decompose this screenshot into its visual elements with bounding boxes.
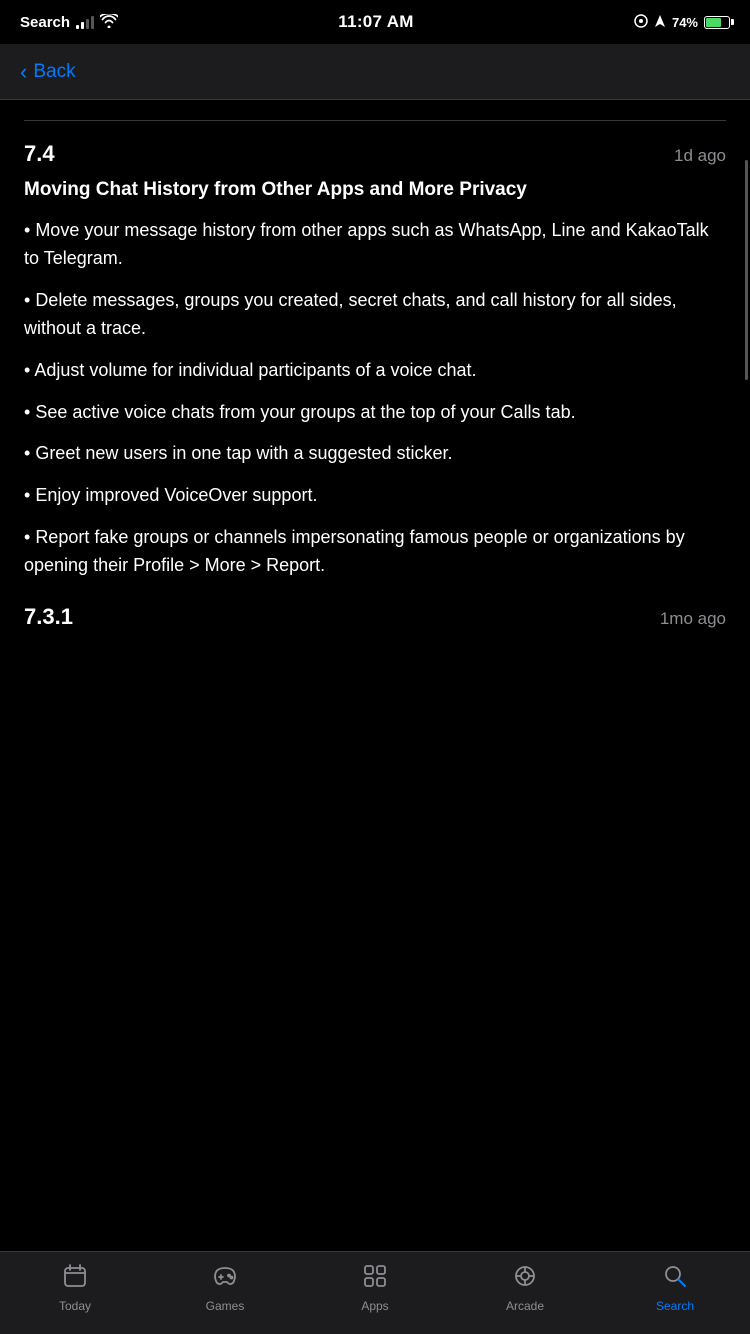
tab-today-label: Today bbox=[59, 1299, 91, 1313]
tab-today[interactable]: Today bbox=[0, 1262, 150, 1313]
apps-icon bbox=[361, 1262, 389, 1295]
version-title: Moving Chat History from Other Apps and … bbox=[24, 177, 726, 204]
top-divider bbox=[24, 120, 726, 121]
chevron-left-icon: ‹ bbox=[20, 59, 27, 85]
bullet-6: • Enjoy improved VoiceOver support. bbox=[24, 482, 726, 510]
version-header: 7.4 1d ago bbox=[24, 141, 726, 167]
back-button[interactable]: ‹ Back bbox=[20, 59, 76, 85]
search-icon bbox=[661, 1262, 689, 1295]
status-left: Search bbox=[20, 14, 118, 31]
tab-apps[interactable]: Apps bbox=[300, 1262, 450, 1313]
scrollbar[interactable] bbox=[745, 160, 748, 380]
location-icon bbox=[634, 14, 648, 31]
version-number: 7.4 bbox=[24, 141, 55, 167]
content-area: 7.4 1d ago Moving Chat History from Othe… bbox=[0, 100, 750, 1251]
version-block-7-4: 7.4 1d ago Moving Chat History from Othe… bbox=[24, 141, 726, 581]
back-label: Back bbox=[33, 61, 75, 83]
signal-icon bbox=[76, 15, 94, 29]
arcade-icon bbox=[511, 1262, 539, 1295]
version-time-2: 1mo ago bbox=[660, 609, 726, 629]
battery-percent: 74% bbox=[672, 15, 698, 30]
status-right: 74% bbox=[634, 14, 730, 31]
wifi-icon bbox=[100, 14, 118, 31]
bullet-1: • Move your message history from other a… bbox=[24, 217, 726, 273]
carrier-text: Search bbox=[20, 14, 70, 31]
bullet-2: • Delete messages, groups you created, s… bbox=[24, 287, 726, 343]
tab-arcade-label: Arcade bbox=[506, 1299, 544, 1313]
games-icon bbox=[211, 1262, 239, 1295]
tab-search[interactable]: Search bbox=[600, 1262, 750, 1313]
today-icon bbox=[61, 1262, 89, 1295]
tab-games-label: Games bbox=[206, 1299, 245, 1313]
tab-arcade[interactable]: Arcade bbox=[450, 1262, 600, 1313]
version-time: 1d ago bbox=[674, 146, 726, 166]
status-time: 11:07 AM bbox=[338, 12, 413, 32]
bullet-7: • Report fake groups or channels imperso… bbox=[24, 524, 726, 580]
bullet-3: • Adjust volume for individual participa… bbox=[24, 357, 726, 385]
battery-icon bbox=[704, 16, 730, 29]
arrow-icon bbox=[654, 14, 666, 31]
version-body: • Move your message history from other a… bbox=[24, 217, 726, 580]
version-number-2: 7.3.1 bbox=[24, 604, 73, 630]
version-header-2: 7.3.1 1mo ago bbox=[24, 604, 726, 630]
tab-search-label: Search bbox=[656, 1299, 694, 1313]
tab-bar: Today Games Apps bbox=[0, 1251, 750, 1334]
version-block-7-3-1: 7.3.1 1mo ago bbox=[24, 604, 726, 630]
nav-bar: ‹ Back bbox=[0, 44, 750, 100]
status-bar: Search 11:07 AM bbox=[0, 0, 750, 44]
tab-games[interactable]: Games bbox=[150, 1262, 300, 1313]
bullet-4: • See active voice chats from your group… bbox=[24, 399, 726, 427]
bullet-5: • Greet new users in one tap with a sugg… bbox=[24, 440, 726, 468]
tab-apps-label: Apps bbox=[361, 1299, 388, 1313]
